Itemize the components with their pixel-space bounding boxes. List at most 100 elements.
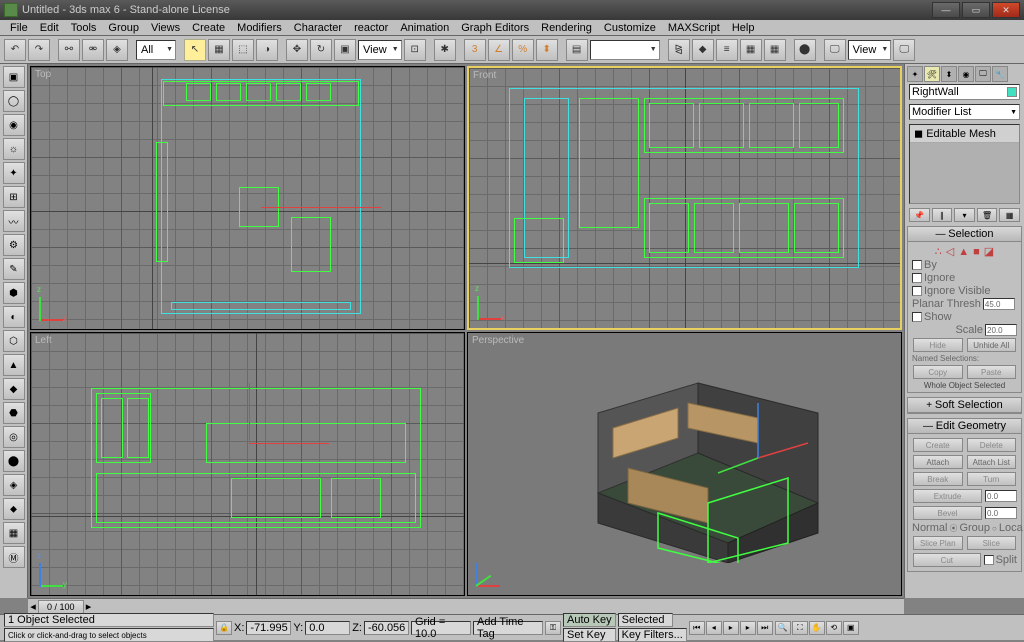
spinner-snap-button[interactable]: ⬍: [536, 39, 558, 61]
z-value[interactable]: -60.056: [364, 621, 409, 635]
menu-character[interactable]: Character: [288, 22, 348, 34]
menu-rendering[interactable]: Rendering: [535, 22, 598, 34]
viewport-top[interactable]: Top xz: [30, 66, 465, 330]
extrude-button[interactable]: Extrude: [913, 489, 982, 503]
menu-maxscript[interactable]: MAXScript: [662, 22, 726, 34]
tab-helpers-icon[interactable]: ⊞: [3, 186, 25, 208]
menu-customize[interactable]: Customize: [598, 22, 662, 34]
selection-filter[interactable]: All: [136, 40, 176, 60]
tab-mod11-icon[interactable]: ⬥: [3, 498, 25, 520]
unlink-button[interactable]: ⚮: [82, 39, 104, 61]
tab-create-icon[interactable]: ✦: [907, 66, 923, 82]
turn-button[interactable]: Turn: [967, 472, 1017, 486]
create-button[interactable]: Create: [913, 438, 963, 452]
time-slider[interactable]: ◂ 0 / 100 ▸: [28, 598, 904, 614]
element-icon[interactable]: ◪: [984, 245, 994, 258]
maxtoggle-button[interactable]: ▣: [843, 621, 859, 635]
menu-help[interactable]: Help: [726, 22, 761, 34]
tab-util-icon[interactable]: 🔧: [992, 66, 1008, 82]
tab-mod7-icon[interactable]: ⬣: [3, 402, 25, 424]
by-checkbox[interactable]: [912, 260, 922, 270]
layers-button[interactable]: ≡: [716, 39, 738, 61]
copy-button[interactable]: Copy: [913, 365, 963, 379]
render-type[interactable]: View: [848, 40, 892, 60]
face-icon[interactable]: ▲: [958, 246, 969, 258]
tab-mod8-icon[interactable]: ◎: [3, 426, 25, 448]
unhide-button[interactable]: Unhide All: [967, 338, 1017, 352]
configure-button[interactable]: ▦: [999, 208, 1020, 222]
tab-mod9-icon[interactable]: ⬤: [3, 450, 25, 472]
y-value[interactable]: 0.0: [305, 621, 350, 635]
cut-button[interactable]: Cut: [913, 553, 981, 567]
pan-button[interactable]: ✋: [809, 621, 825, 635]
select-button[interactable]: ↖: [184, 39, 206, 61]
extrude-spinner[interactable]: 0.0: [985, 490, 1017, 502]
angle-snap-button[interactable]: ∠: [488, 39, 510, 61]
schematic-button[interactable]: ▦: [764, 39, 786, 61]
manip-button[interactable]: ✱: [434, 39, 456, 61]
bind-button[interactable]: ◈: [106, 39, 128, 61]
rollout-selection-header[interactable]: — Selection: [908, 227, 1021, 242]
time-handle[interactable]: 0 / 100: [38, 600, 84, 614]
percent-snap-button[interactable]: %: [512, 39, 534, 61]
split-checkbox[interactable]: [984, 555, 994, 565]
pin-stack-button[interactable]: 📌: [909, 208, 930, 222]
autokey-button[interactable]: Auto Key: [563, 613, 616, 627]
tab-objects-icon[interactable]: ▣: [3, 66, 25, 88]
tab-compound-icon[interactable]: ◉: [3, 114, 25, 136]
tab-max-icon[interactable]: Ⓜ: [3, 546, 25, 568]
viewport-perspective[interactable]: Perspective: [467, 332, 902, 596]
key-mode-dropdown[interactable]: Selected: [618, 613, 673, 627]
move-button[interactable]: ✥: [286, 39, 308, 61]
remove-button[interactable]: 🗑: [977, 208, 998, 222]
unique-button[interactable]: ▾: [954, 208, 975, 222]
arc-button[interactable]: ⟲: [826, 621, 842, 635]
menu-grapheditors[interactable]: Graph Editors: [455, 22, 535, 34]
menu-modifiers[interactable]: Modifiers: [231, 22, 288, 34]
modifier-stack[interactable]: ◼ Editable Mesh: [909, 124, 1020, 204]
ignore-checkbox[interactable]: [912, 273, 922, 283]
tab-systems-icon[interactable]: ⚙: [3, 234, 25, 256]
planar-spinner[interactable]: 45.0: [983, 298, 1015, 310]
pivot-button[interactable]: ⊡: [404, 39, 426, 61]
object-name-input[interactable]: RightWall: [909, 84, 1020, 100]
maximize-button[interactable]: ▭: [962, 2, 990, 18]
play-button[interactable]: ▸: [723, 621, 739, 635]
rollout-editgeo-header[interactable]: — Edit Geometry: [908, 419, 1021, 434]
tab-hierarchy-icon[interactable]: ⬍: [941, 66, 957, 82]
sliceplane-button[interactable]: Slice Plan: [913, 536, 963, 550]
refcoord-select[interactable]: View: [358, 40, 402, 60]
tab-lights-icon[interactable]: ☼: [3, 138, 25, 160]
tab-shapes-icon[interactable]: ◯: [3, 90, 25, 112]
material-button[interactable]: ⬤: [794, 39, 816, 61]
rollout-soft-header[interactable]: + Soft Selection: [908, 398, 1021, 413]
menu-reactor[interactable]: reactor: [348, 22, 394, 34]
attach-button[interactable]: Attach: [913, 455, 963, 469]
align-button[interactable]: ◆: [692, 39, 714, 61]
bevel-spinner[interactable]: 0.0: [985, 507, 1017, 519]
goto-start-button[interactable]: ⏮: [689, 621, 705, 635]
break-button[interactable]: Break: [913, 472, 963, 486]
tab-modifiers-icon[interactable]: ✎: [3, 258, 25, 280]
hide-button[interactable]: Hide: [913, 338, 963, 352]
stack-item[interactable]: ◼ Editable Mesh: [910, 125, 1019, 143]
tab-mod2-icon[interactable]: ⬢: [3, 282, 25, 304]
redo-button[interactable]: ↷: [28, 39, 50, 61]
mirror-button[interactable]: ⧎: [668, 39, 690, 61]
next-frame-button[interactable]: ▸: [740, 621, 756, 635]
modifier-list-dropdown[interactable]: Modifier List: [909, 104, 1020, 120]
viewport-front[interactable]: Front xz: [467, 66, 902, 330]
zoom-button[interactable]: 🔍: [775, 621, 791, 635]
slice-button[interactable]: Slice: [967, 536, 1017, 550]
select-region-button[interactable]: ⬚: [232, 39, 254, 61]
edge-icon[interactable]: ◁: [946, 245, 954, 258]
menu-file[interactable]: File: [4, 22, 34, 34]
bevel-button[interactable]: Bevel: [913, 506, 982, 520]
attachlist-button[interactable]: Attach List: [967, 455, 1017, 469]
zoom-all-button[interactable]: ⛶: [792, 621, 808, 635]
goto-end-button[interactable]: ⏭: [757, 621, 773, 635]
close-button[interactable]: ✕: [992, 2, 1020, 18]
undo-button[interactable]: ↶: [4, 39, 26, 61]
tab-motion-icon[interactable]: ◉: [958, 66, 974, 82]
prev-frame-button[interactable]: ◂: [706, 621, 722, 635]
